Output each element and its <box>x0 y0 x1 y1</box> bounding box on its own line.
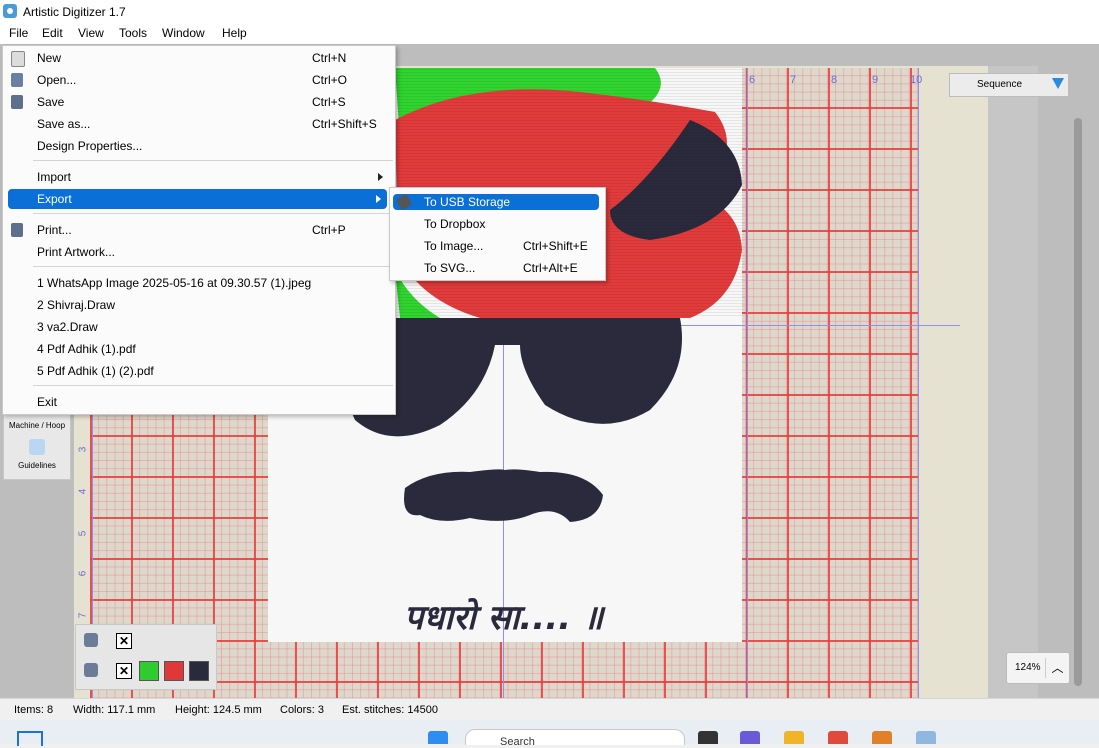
menu-item-save[interactable]: Save Ctrl+S <box>3 92 395 112</box>
color-swatch-green[interactable] <box>139 661 159 681</box>
submenu-arrow-icon <box>376 195 381 203</box>
save-icon <box>11 95 23 109</box>
windows-start-icon[interactable] <box>428 731 448 744</box>
submenu-item-svg[interactable]: To SVG... Ctrl+Alt+E <box>390 258 605 278</box>
open-folder-icon <box>11 73 23 87</box>
design-caption[interactable]: पधारो सा.... ॥ <box>404 593 603 639</box>
fill-bucket-icon <box>84 663 98 677</box>
chrome-icon[interactable] <box>828 731 848 744</box>
sequence-dropdown[interactable]: Sequence <box>949 73 1069 97</box>
no-fill-box[interactable]: ✕ <box>116 663 132 679</box>
menu-item-exit[interactable]: Exit <box>3 392 395 412</box>
menu-item-import[interactable]: Import <box>3 167 395 187</box>
printer-icon <box>11 223 23 237</box>
color-panel: ✕ ✕ <box>75 624 217 690</box>
status-colors: Colors: 3 <box>280 704 325 716</box>
chevron-down-icon[interactable] <box>1052 78 1064 89</box>
menu-item-new[interactable]: New Ctrl+N <box>3 48 395 68</box>
file-menu: New Ctrl+N Open... Ctrl+O Save Ctrl+S Sa… <box>2 45 396 415</box>
guidelines-icon[interactable] <box>29 439 45 455</box>
digitizer-taskbar-icon[interactable] <box>916 731 936 744</box>
menu-item-save-as[interactable]: Save as... Ctrl+Shift+S <box>3 114 395 134</box>
menu-item-print[interactable]: Print... Ctrl+P <box>3 220 395 240</box>
recent-file-3[interactable]: 3 va2.Draw <box>3 317 395 337</box>
teams-icon[interactable] <box>740 731 760 744</box>
menu-item-open[interactable]: Open... Ctrl+O <box>3 70 395 90</box>
submenu-item-dropbox[interactable]: To Dropbox <box>390 214 605 234</box>
no-color-box[interactable]: ✕ <box>116 633 132 649</box>
sequence-dropdown-label: Sequence <box>977 79 1023 90</box>
right-strip <box>988 66 1038 698</box>
needle-icon <box>84 633 98 647</box>
submenu-arrow-icon <box>378 173 383 181</box>
left-tool-panel: Machine / Hoop Guidelines <box>3 414 71 480</box>
vertical-scrollbar[interactable] <box>1074 118 1082 686</box>
machine-hoop-button[interactable]: Machine / Hoop <box>4 421 70 430</box>
status-bar: Items: 8 Width: 117.1 mm Height: 124.5 m… <box>0 698 1099 721</box>
submenu-item-image[interactable]: To Image... Ctrl+Shift+E <box>390 236 605 256</box>
recent-file-4[interactable]: 4 Pdf Adhik (1).pdf <box>3 339 395 359</box>
status-height: Height: 124.5 mm <box>175 704 262 716</box>
color-swatch-red[interactable] <box>164 661 184 681</box>
recent-file-1[interactable]: 1 WhatsApp Image 2025-05-16 at 09.30.57 … <box>3 273 395 293</box>
guidelines-button[interactable]: Guidelines <box>4 461 70 470</box>
zoom-control[interactable]: 124% ︿ <box>1006 652 1070 684</box>
search-placeholder: Search <box>500 736 535 748</box>
recent-file-2[interactable]: 2 Shivraj.Draw <box>3 295 395 315</box>
zoom-value: 124% <box>1015 662 1041 673</box>
usb-icon <box>395 193 413 211</box>
taskbar: Search <box>0 720 1099 748</box>
menu-separator <box>33 266 393 267</box>
menu-separator <box>33 385 393 386</box>
status-stitches: Est. stitches: 14500 <box>342 704 438 716</box>
status-items: Items: 8 <box>14 704 54 716</box>
recent-file-5[interactable]: 5 Pdf Adhik (1) (2).pdf <box>3 361 395 381</box>
status-width: Width: 117.1 mm <box>73 704 156 716</box>
mustache <box>404 469 603 522</box>
search-box[interactable]: Search <box>465 729 685 748</box>
submenu-item-usb-storage[interactable]: To USB Storage <box>393 193 599 211</box>
menu-separator <box>33 160 393 161</box>
folder-icon[interactable] <box>784 731 804 744</box>
menu-separator <box>33 213 393 214</box>
color-swatch-navy[interactable] <box>189 661 209 681</box>
menu-item-export[interactable]: Export <box>8 189 387 209</box>
export-submenu: To USB Storage To Dropbox To Image... Ct… <box>389 187 606 281</box>
chrome-profile-icon[interactable] <box>872 731 892 744</box>
menu-item-print-artwork[interactable]: Print Artwork... <box>3 242 395 262</box>
menu-item-design-properties[interactable]: Design Properties... <box>3 136 395 156</box>
zoom-up-button[interactable]: ︿ <box>1045 658 1069 678</box>
new-file-icon <box>11 51 25 67</box>
taskbar-app-icon[interactable] <box>698 731 718 744</box>
